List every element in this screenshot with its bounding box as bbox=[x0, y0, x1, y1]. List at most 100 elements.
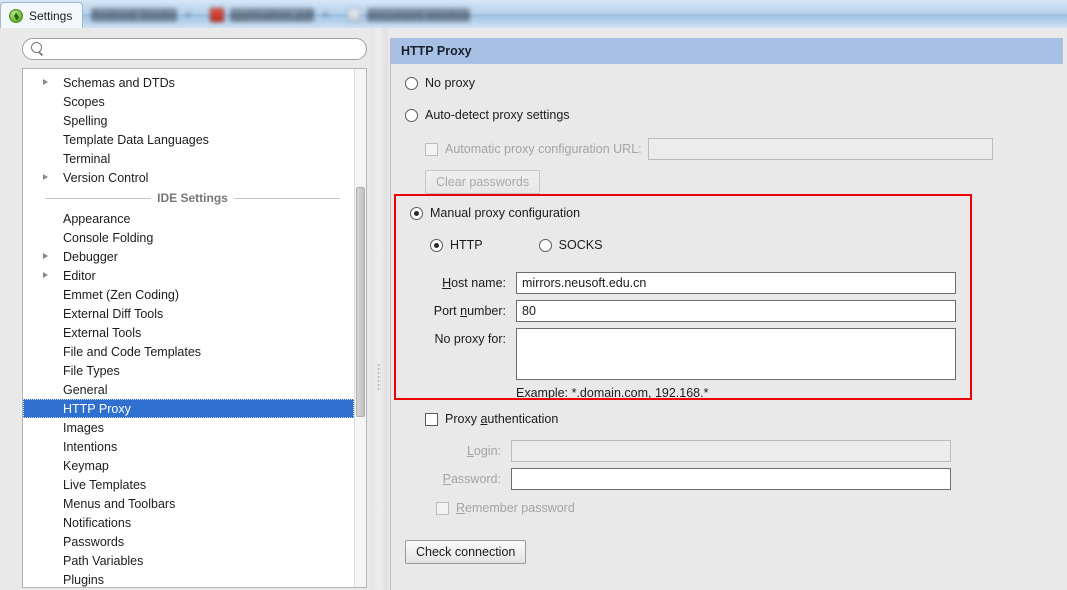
sidebar-item-external-tools[interactable]: External Tools bbox=[23, 323, 354, 342]
check-connection-button[interactable]: Check connection bbox=[405, 540, 527, 564]
sidebar-item-label: Intentions bbox=[63, 439, 118, 454]
sidebar-item-debugger[interactable]: Debugger bbox=[23, 247, 354, 266]
sidebar-item-label: Passwords bbox=[63, 534, 125, 549]
radio-no-proxy[interactable]: No proxy bbox=[405, 76, 475, 90]
sidebar-item-notifications[interactable]: Notifications bbox=[23, 513, 354, 532]
host-name-label: Host name: bbox=[442, 276, 506, 290]
checkbox-proxy-authentication-indicator bbox=[425, 412, 438, 426]
sidebar-item-label: Terminal bbox=[63, 151, 111, 166]
sidebar-item-file-types[interactable]: File Types bbox=[23, 361, 354, 380]
chevron-right-icon[interactable] bbox=[43, 79, 48, 85]
sidebar-item-scopes[interactable]: Scopes bbox=[23, 92, 354, 111]
http-proxy-panel: HTTP Proxy No proxy Auto-detect proxy se… bbox=[390, 38, 1063, 590]
sidebar-item-template-data-languages[interactable]: Template Data Languages bbox=[23, 130, 354, 149]
radio-auto-detect-label: Auto-detect proxy settings bbox=[425, 108, 570, 122]
search-box[interactable] bbox=[22, 38, 367, 60]
sidebar-item-schemas-and-dtds[interactable]: Schemas and DTDs bbox=[23, 73, 354, 92]
close-icon[interactable]: × bbox=[322, 9, 328, 21]
checkbox-pac-url bbox=[425, 142, 438, 156]
tab-background-2[interactable]: application.pdf × bbox=[202, 2, 339, 28]
sidebar-item-label: File Types bbox=[63, 363, 120, 378]
host-name-input[interactable] bbox=[516, 272, 956, 294]
host-name-row: Host name: bbox=[410, 272, 956, 294]
password-label: Password: bbox=[442, 472, 501, 486]
sidebar-item-label: Template Data Languages bbox=[63, 132, 209, 147]
password-input[interactable] bbox=[511, 468, 951, 490]
sidebar-item-terminal[interactable]: Terminal bbox=[23, 149, 354, 168]
port-number-label: Port number: bbox=[433, 304, 506, 318]
sidebar-item-passwords[interactable]: Passwords bbox=[23, 532, 354, 551]
sidebar-item-intentions[interactable]: Intentions bbox=[23, 437, 354, 456]
radio-manual-proxy[interactable]: Manual proxy configuration bbox=[410, 206, 580, 220]
sidebar-item-label: File and Code Templates bbox=[63, 344, 202, 359]
no-proxy-example-text: Example: *.domain.com, 192.168.* bbox=[516, 386, 709, 400]
sidebar-item-label: Console Folding bbox=[63, 230, 154, 245]
tab-settings-label: Settings bbox=[29, 8, 73, 23]
tab-background-1[interactable]: Android Studio × bbox=[83, 2, 201, 28]
sidebar-item-label: Emmet (Zen Coding) bbox=[63, 287, 180, 302]
sidebar-item-file-and-code-templates[interactable]: File and Code Templates bbox=[23, 342, 354, 361]
no-proxy-for-label: No proxy for: bbox=[434, 332, 506, 346]
radio-no-proxy-label: No proxy bbox=[425, 76, 476, 90]
sidebar-item-version-control[interactable]: Version Control bbox=[23, 168, 354, 187]
title-bar: Settings Android Studio × application.pd… bbox=[0, 0, 1067, 28]
no-proxy-for-textarea[interactable] bbox=[516, 328, 956, 380]
radio-auto-detect[interactable]: Auto-detect proxy settings bbox=[405, 108, 570, 122]
login-label: Login: bbox=[466, 444, 501, 458]
radio-socks-indicator bbox=[538, 238, 552, 252]
splitter-grip-icon[interactable] bbox=[377, 363, 381, 391]
sidebar-item-label: Live Templates bbox=[63, 477, 147, 492]
close-icon[interactable]: × bbox=[185, 9, 191, 21]
chevron-right-icon[interactable] bbox=[43, 272, 48, 278]
sidebar-item-keymap[interactable]: Keymap bbox=[23, 456, 354, 475]
radio-http-label: HTTP bbox=[450, 238, 483, 252]
no-proxy-for-row: No proxy for: bbox=[410, 328, 956, 380]
sidebar-item-external-diff-tools[interactable]: External Diff Tools bbox=[23, 304, 354, 323]
sidebar-item-label: HTTP Proxy bbox=[63, 401, 131, 416]
proxy-authentication-label: Proxy authentication bbox=[445, 412, 559, 426]
tab-background-3[interactable]: document window bbox=[339, 2, 481, 28]
sidebar-item-plugins[interactable]: Plugins bbox=[23, 570, 354, 587]
sidebar-item-emmet-zen-coding[interactable]: Emmet (Zen Coding) bbox=[23, 285, 354, 304]
radio-manual-proxy-label: Manual proxy configuration bbox=[430, 206, 581, 220]
tree-section-separator: IDE Settings bbox=[23, 187, 354, 209]
sidebar-item-editor[interactable]: Editor bbox=[23, 266, 354, 285]
checkbox-proxy-authentication[interactable]: Proxy authentication bbox=[425, 412, 558, 426]
search-input[interactable] bbox=[46, 40, 366, 58]
radio-http[interactable]: HTTP bbox=[430, 238, 483, 252]
remember-password-label: Remember password bbox=[456, 501, 575, 515]
tree-scrollbar-thumb[interactable] bbox=[356, 187, 365, 417]
sidebar-item-spelling[interactable]: Spelling bbox=[23, 111, 354, 130]
sidebar-item-live-templates[interactable]: Live Templates bbox=[23, 475, 354, 494]
radio-auto-detect-indicator bbox=[405, 108, 418, 122]
radio-socks[interactable]: SOCKS bbox=[538, 238, 602, 252]
tab-settings[interactable]: Settings bbox=[0, 2, 84, 28]
sidebar-item-menus-and-toolbars[interactable]: Menus and Toolbars bbox=[23, 494, 354, 513]
panel-splitter[interactable] bbox=[370, 28, 388, 590]
tab-background-3-label: document window bbox=[366, 8, 471, 22]
chevron-right-icon[interactable] bbox=[43, 174, 48, 180]
tab-background-1-label: Android Studio bbox=[91, 8, 178, 22]
settings-tree: Schemas and DTDs Scopes Spelling Template D… bbox=[22, 68, 367, 588]
sidebar-item-images[interactable]: Images bbox=[23, 418, 354, 437]
sidebar-item-http-proxy[interactable]: HTTP Proxy bbox=[23, 399, 354, 418]
sidebar-item-label: Debugger bbox=[63, 249, 118, 264]
android-studio-icon bbox=[9, 8, 23, 23]
tab-background-2-label: application.pdf bbox=[229, 8, 315, 22]
sidebar-item-label: Notifications bbox=[63, 515, 132, 530]
sidebar-item-label: Spelling bbox=[63, 113, 108, 128]
port-number-input[interactable] bbox=[516, 300, 956, 322]
sidebar-item-label: Scopes bbox=[63, 94, 105, 109]
sidebar-item-general[interactable]: General bbox=[23, 380, 354, 399]
sidebar-item-appearance[interactable]: Appearance bbox=[23, 209, 354, 228]
tree-scrollbar[interactable] bbox=[354, 69, 366, 587]
page-title: HTTP Proxy bbox=[391, 38, 1063, 64]
chevron-right-icon[interactable] bbox=[43, 253, 48, 259]
sidebar-item-path-variables[interactable]: Path Variables bbox=[23, 551, 354, 570]
sidebar-item-label: External Diff Tools bbox=[63, 306, 164, 321]
sidebar-item-label: Schemas and DTDs bbox=[63, 75, 175, 90]
sidebar-item-label: Editor bbox=[63, 268, 96, 283]
sidebar-item-console-folding[interactable]: Console Folding bbox=[23, 228, 354, 247]
protocol-row: HTTP SOCKS bbox=[430, 238, 602, 252]
radio-manual-proxy-indicator bbox=[410, 206, 423, 220]
